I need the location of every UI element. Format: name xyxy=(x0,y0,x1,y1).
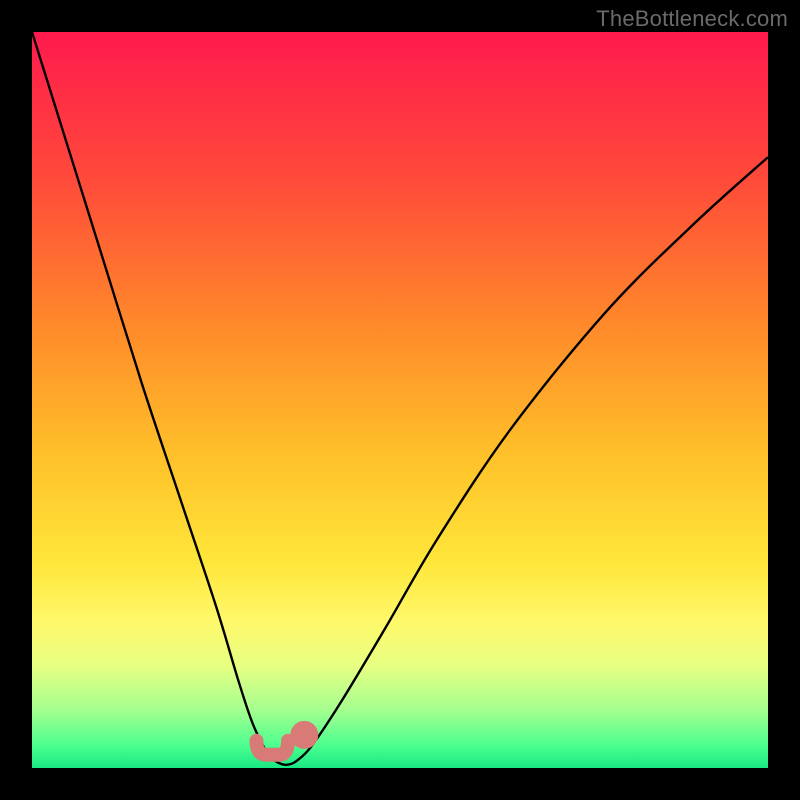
plot-area xyxy=(32,32,768,768)
bottleneck-curve xyxy=(32,32,768,765)
chart-frame: TheBottleneck.com xyxy=(0,0,800,800)
shoulder-marker xyxy=(297,728,311,742)
trough-marker xyxy=(256,741,288,755)
chart-svg xyxy=(32,32,768,768)
watermark-text: TheBottleneck.com xyxy=(596,6,788,32)
